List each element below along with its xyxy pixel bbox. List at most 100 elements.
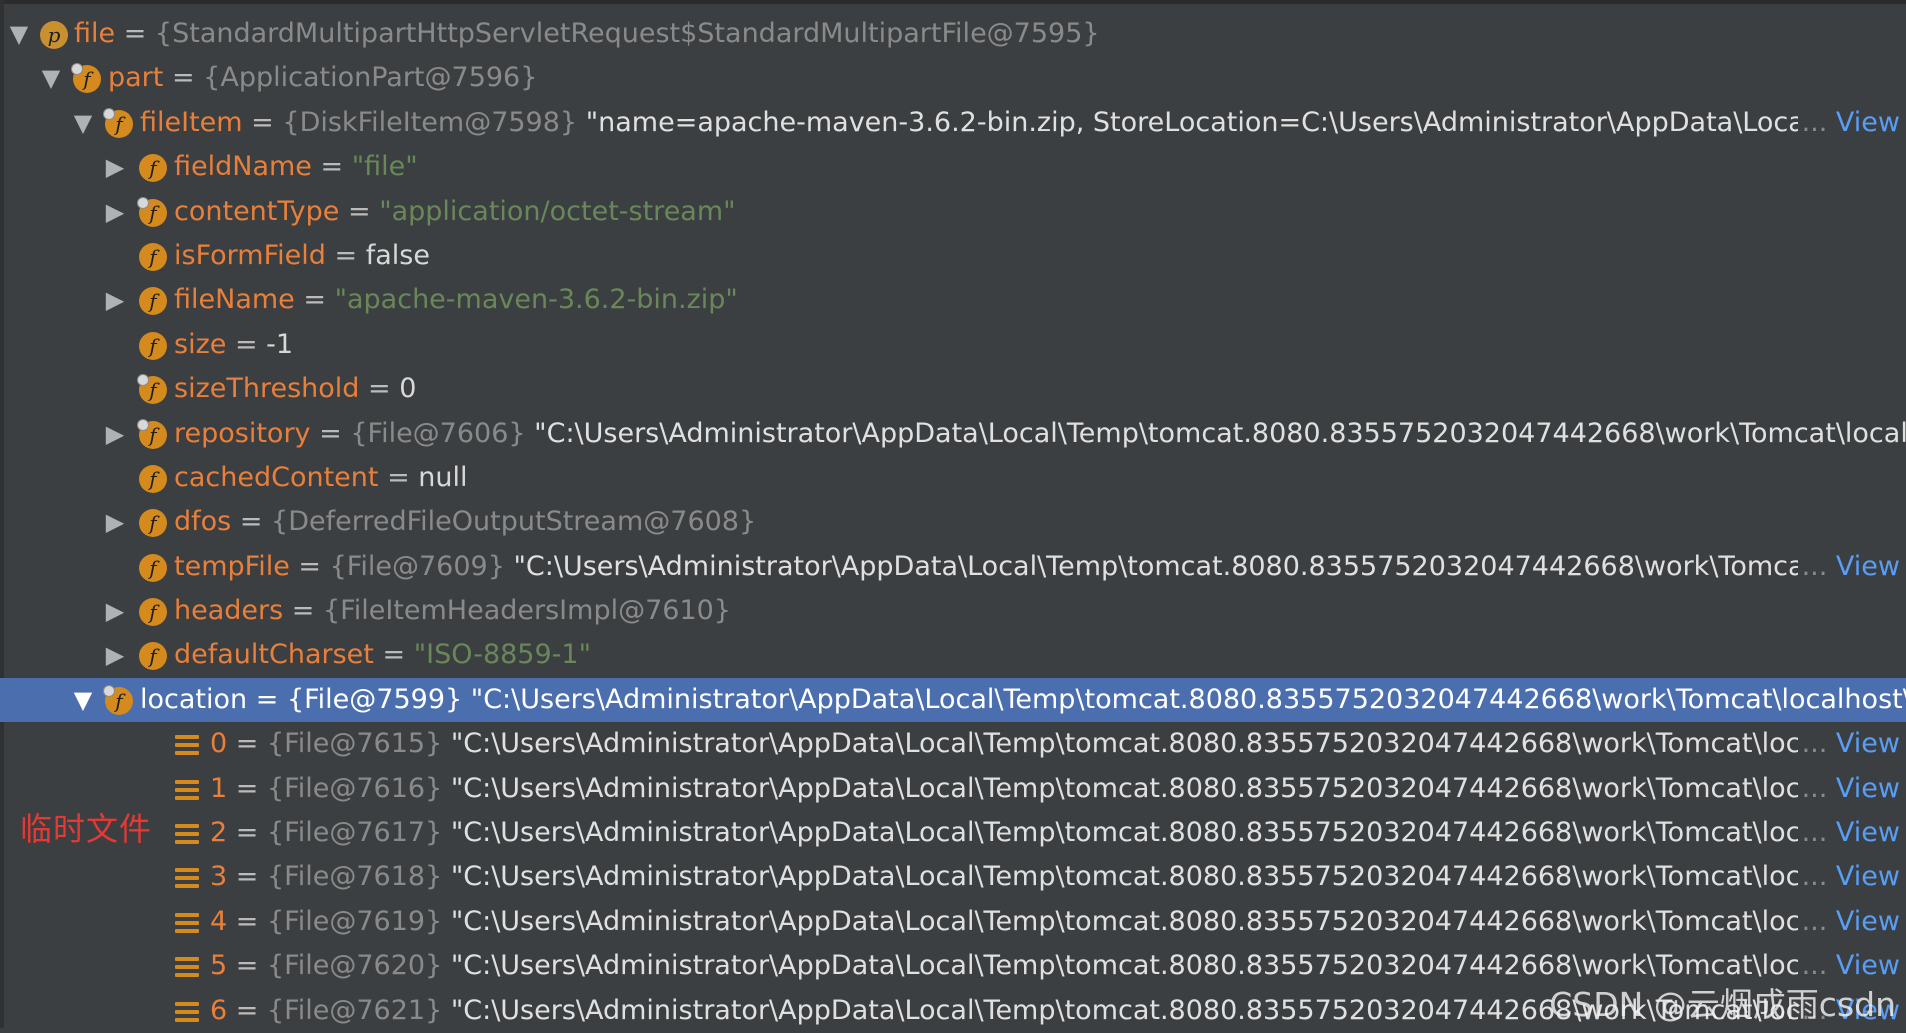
field-icon: f xyxy=(139,242,167,271)
array-element-icon xyxy=(175,824,199,845)
view-link[interactable]: ... View xyxy=(1797,100,1900,146)
array-index: 5 xyxy=(210,950,228,982)
variable-value: "ISO-8859-1" xyxy=(413,639,592,671)
variable-name: cachedContent xyxy=(174,461,379,493)
field-icon: f xyxy=(139,553,167,582)
tree-row-array-0[interactable]: 0 = {File@7615} "C:\Users\Administrator\… xyxy=(0,722,1906,767)
variable-name: tempFile xyxy=(174,550,290,582)
array-element-icon xyxy=(175,912,199,933)
variable-value: "apache-maven-3.6.2-bin.zip" xyxy=(334,284,738,316)
collapse-arrow-icon[interactable]: ▶ xyxy=(100,190,130,234)
variable-value: "C:\Users\Administrator\AppData\Local\Te… xyxy=(450,728,1883,760)
view-link[interactable]: ... View xyxy=(1797,855,1900,900)
tree-row-size[interactable]: f size = -1 xyxy=(0,323,1906,367)
variable-name: fileItem xyxy=(140,106,243,138)
tree-row-cachedContent[interactable]: f cachedContent = null xyxy=(0,456,1906,500)
field-icon: f xyxy=(139,598,167,627)
collapse-arrow-icon[interactable]: ▶ xyxy=(100,633,130,677)
tree-row-array-4[interactable]: 4 = {File@7619} "C:\Users\Administrator\… xyxy=(0,899,1906,945)
view-link[interactable]: ... View xyxy=(1797,899,1900,945)
tree-row-part[interactable]: ▼ f part = {ApplicationPart@7596} xyxy=(0,56,1906,100)
view-link[interactable]: ... View xyxy=(1797,811,1900,856)
tree-row-fieldName[interactable]: ▶ f fieldName = "file" xyxy=(0,145,1906,189)
expand-arrow-icon[interactable]: ▼ xyxy=(4,12,34,56)
array-index: 3 xyxy=(210,861,228,893)
variable-value: null xyxy=(418,461,468,493)
variable-value: "C:\Users\Administrator\AppData\Local\Te… xyxy=(450,861,1883,893)
variable-type: {File@7615} xyxy=(266,728,443,760)
field-icon: f xyxy=(137,418,167,449)
variable-type: {File@7599} xyxy=(286,683,463,715)
variable-value: "application/octet-stream" xyxy=(379,195,736,227)
tree-row-headers[interactable]: ▶ f headers = {FileItemHeadersImpl@7610} xyxy=(0,589,1906,633)
array-index: 1 xyxy=(210,772,228,804)
variable-value: -1 xyxy=(266,328,294,360)
view-link[interactable]: ... View xyxy=(1797,544,1900,590)
variable-name: defaultCharset xyxy=(174,639,374,671)
array-element-icon xyxy=(175,957,199,978)
variable-name: fileName xyxy=(174,284,295,316)
tree-row-defaultCharset[interactable]: ▶ f defaultCharset = "ISO-8859-1" xyxy=(0,633,1906,677)
view-link[interactable]: ... View xyxy=(1797,722,1900,767)
variable-value: "name=apache-maven-3.6.2-bin.zip, StoreL… xyxy=(585,106,1877,138)
field-icon: f xyxy=(139,509,167,538)
field-icon: f xyxy=(71,63,101,94)
tree-row-contentType[interactable]: ▶ f contentType = "application/octet-str… xyxy=(0,190,1906,234)
parameter-icon: p xyxy=(40,21,68,49)
tree-row-array-1[interactable]: 1 = {File@7616} "C:\Users\Administrator\… xyxy=(0,766,1906,812)
tree-row-isFormField[interactable]: f isFormField = false xyxy=(0,234,1906,278)
variable-name: contentType xyxy=(174,195,340,227)
collapse-arrow-icon[interactable]: ▶ xyxy=(100,412,130,456)
array-element-icon xyxy=(175,779,199,800)
array-index: 0 xyxy=(210,728,228,760)
tree-row-array-3[interactable]: 3 = {File@7618} "C:\Users\Administrator\… xyxy=(0,855,1906,900)
variables-tree[interactable]: ▼ p file = {StandardMultipartHttpServlet… xyxy=(0,12,1906,1033)
variable-type: {DiskFileItem@7598} xyxy=(282,106,578,138)
collapse-arrow-icon[interactable]: ▶ xyxy=(100,589,130,633)
variable-type: {File@7617} xyxy=(266,817,443,849)
variable-type: {File@7619} xyxy=(266,905,443,937)
field-icon: f xyxy=(139,331,167,360)
tree-row-tempFile[interactable]: f tempFile = {File@7609} "C:\Users\Admin… xyxy=(0,544,1906,590)
view-link[interactable]: ... View xyxy=(1797,766,1900,812)
tree-row-file[interactable]: ▼ p file = {StandardMultipartHttpServlet… xyxy=(0,12,1906,56)
expand-arrow-icon[interactable]: ▼ xyxy=(36,56,66,100)
array-index: 4 xyxy=(210,905,228,937)
variable-value: 0 xyxy=(399,373,417,405)
tree-row-array-2[interactable]: 2 = {File@7617} "C:\Users\Administrator\… xyxy=(0,811,1906,856)
variable-value: false xyxy=(365,239,430,271)
expand-arrow-icon[interactable]: ▼ xyxy=(68,678,98,722)
variable-value: "C:\Users\Administrator\AppData\Local\Te… xyxy=(534,417,1906,449)
field-icon: f xyxy=(139,464,167,493)
tree-row-sizeThreshold[interactable]: f sizeThreshold = 0 xyxy=(0,367,1906,411)
array-index: 2 xyxy=(210,817,228,849)
variable-type: {File@7609} xyxy=(329,550,505,582)
field-icon: f xyxy=(103,684,133,715)
tree-row-dfos[interactable]: ▶ f dfos = {DeferredFileOutputStream@760… xyxy=(0,500,1906,544)
variable-value: "C:\Users\Administrator\AppData\Local\Te… xyxy=(450,905,1883,937)
variable-type: {File@7606} xyxy=(350,417,526,449)
variable-value: "C:\Users\Administrator\AppData\Local\Te… xyxy=(450,817,1883,849)
array-element-icon xyxy=(175,735,199,756)
variable-name: dfos xyxy=(174,506,232,538)
tree-row-fileName[interactable]: ▶ f fileName = "apache-maven-3.6.2-bin.z… xyxy=(0,278,1906,322)
tree-row-repository[interactable]: ▶ f repository = {File@7606} "C:\Users\A… xyxy=(0,412,1906,456)
field-icon: f xyxy=(137,374,167,405)
variable-type: {File@7616} xyxy=(266,772,443,804)
variable-name: repository xyxy=(174,417,311,449)
variable-name: sizeThreshold xyxy=(174,373,360,405)
expand-arrow-icon[interactable]: ▼ xyxy=(68,101,98,145)
tree-row-location[interactable]: ▼ f location = {File@7599} "C:\Users\Adm… xyxy=(0,677,1906,723)
tree-row-fileItem[interactable]: ▼ f fileItem = {DiskFileItem@7598} "name… xyxy=(0,100,1906,146)
variable-value: "C:\Users\Administrator\AppData\Local\Te… xyxy=(450,772,1883,804)
array-index: 6 xyxy=(210,994,228,1026)
collapse-arrow-icon[interactable]: ▶ xyxy=(100,145,130,189)
variable-name: file xyxy=(74,18,116,49)
variable-name: fieldName xyxy=(174,151,312,183)
collapse-arrow-icon[interactable]: ▶ xyxy=(100,278,130,322)
variable-type: {File@7620} xyxy=(266,950,443,982)
variable-type: {FileItemHeadersImpl@7610} xyxy=(322,595,731,627)
collapse-arrow-icon[interactable]: ▶ xyxy=(100,500,130,544)
array-element-icon xyxy=(175,1001,199,1022)
variable-name: size xyxy=(174,328,227,360)
